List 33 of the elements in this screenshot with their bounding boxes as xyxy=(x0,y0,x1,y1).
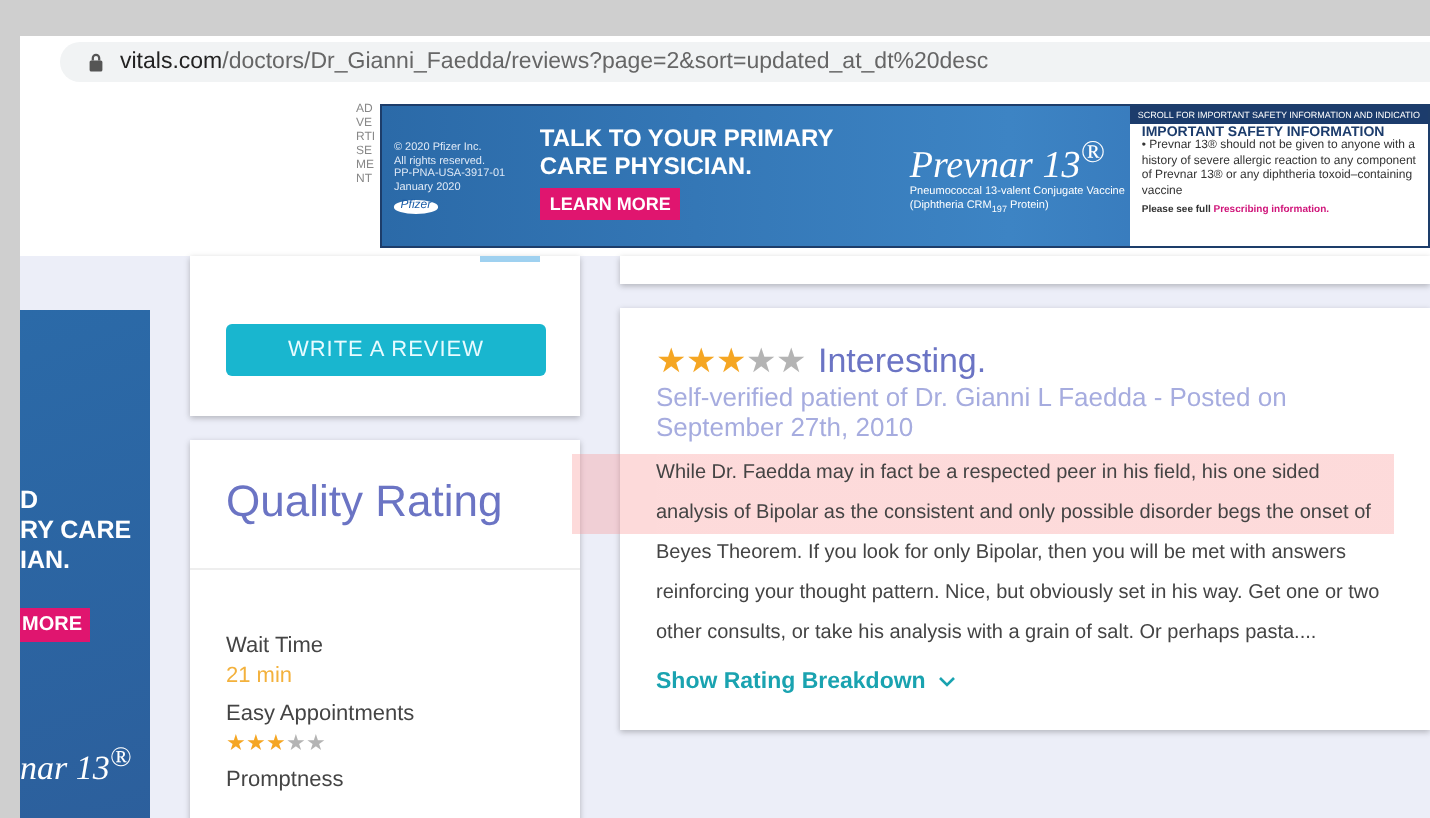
review-meta: Self-verified patient of Dr. Gianni L Faedda - Posted on September 27th, 2010 xyxy=(656,382,1289,442)
quality-rating-title: Quality Rating xyxy=(190,440,580,570)
brand-name: nar 13$^{®}$ xyxy=(20,742,134,790)
rating-label: Easy Appointments xyxy=(226,700,417,730)
star-icon: ★ xyxy=(266,730,286,756)
rating-label: Wait Time xyxy=(226,632,325,662)
ad-headline: RY CARE xyxy=(20,516,134,546)
chevron-down-icon xyxy=(937,676,956,688)
star-icon: ★ xyxy=(246,730,266,756)
lock-icon xyxy=(88,52,104,72)
learn-more-button[interactable]: LEARN MORE xyxy=(539,188,681,220)
star-icon: ★ xyxy=(716,340,746,382)
star-icon: ★ xyxy=(656,340,686,382)
star-icon: ★ xyxy=(306,730,326,756)
star-icon: ★ xyxy=(686,340,716,382)
brand-name: Prevnar 13$^{®}$ xyxy=(909,134,1105,187)
ad-headline: TALK TO YOUR PRIMARY CARE PHYSICIAN. xyxy=(539,124,836,180)
address-bar[interactable]: vitals.com/doctors/Dr_Gianni_Faedda/reviews?page=2&sort=updated_at_dt%20desc xyxy=(60,42,1430,82)
rating-value: 21 min xyxy=(226,662,295,690)
show-rating-breakdown-link[interactable]: Show Rating Breakdown xyxy=(656,670,956,694)
side-ad-banner[interactable]: D RY CARE IAN. MORE nar 13$^{®}$ xyxy=(20,310,150,818)
review-title: Interesting. xyxy=(818,341,987,381)
ad-headline: IAN. xyxy=(20,546,72,576)
ad-banner[interactable] xyxy=(379,104,1430,248)
star-icon: ★ xyxy=(746,340,776,382)
rating-label: Promptness xyxy=(226,766,346,796)
highlight-band xyxy=(572,454,656,534)
star-icon: ★ xyxy=(286,730,306,756)
url-text: vitals.com/doctors/Dr_Gianni_Faedda/reviews?page=2&sort=updated_at_dt%20desc xyxy=(120,50,989,74)
star-icon: ★ xyxy=(226,730,246,756)
star-icon: ★ xyxy=(776,340,806,382)
ad-button[interactable]: MORE xyxy=(20,608,90,642)
ad-headline: D xyxy=(20,486,41,516)
